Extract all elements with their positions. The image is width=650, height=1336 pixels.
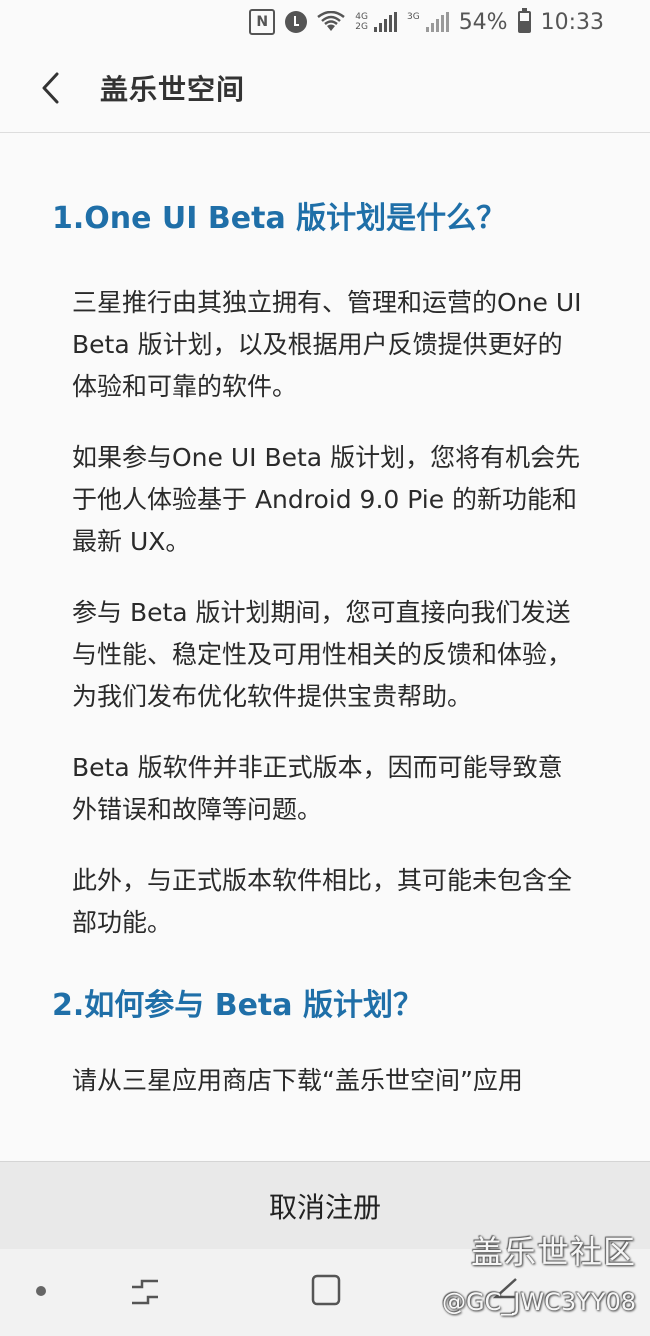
section-heading-2: 2.如何参与 Beta 版计划？: [52, 988, 423, 1023]
content-fade: [0, 1131, 650, 1161]
back-icon[interactable]: [490, 1275, 520, 1309]
navigation-bar: [0, 1249, 650, 1336]
network-type: 4G 2G: [355, 12, 368, 32]
unregister-button[interactable]: 取消注册: [0, 1161, 650, 1250]
paragraph-5: 此外，与正式版本软件相比，其可能未包含全部功能。: [72, 866, 573, 937]
content-area[interactable]: 1.One UI Beta 版计划是什么？ 三星推行由其独立拥有、管理和运营的O…: [0, 133, 650, 1161]
back-button[interactable]: [0, 44, 100, 132]
paragraph-1: 三星推行由其独立拥有、管理和运营的One UI Beta 版计划，以及根据用户反…: [72, 288, 582, 401]
home-icon[interactable]: [310, 1273, 342, 1307]
wifi-icon: [317, 10, 346, 34]
screen: N 4G 2G 3G 54% 10:33 盖乐世空间 1.One UI Beta…: [0, 0, 650, 1336]
network-type-secondary-label: 3G: [406, 12, 420, 22]
network-type-bottom: 2G: [355, 22, 368, 32]
paragraph-6-partial: 请从三星应用商店下载“盖乐世空间”应用: [72, 1066, 523, 1095]
chevron-left-icon: [42, 72, 59, 104]
page-title: 盖乐世空间: [100, 73, 246, 106]
paragraph-4: Beta 版软件并非正式版本，因而可能导致意外错误和故障等问题。: [72, 753, 563, 824]
section-heading-1: 1.One UI Beta 版计划是什么？: [52, 201, 507, 236]
status-bar: N 4G 2G 3G 54% 10:33: [0, 0, 650, 44]
network-type-secondary: 3G: [407, 12, 420, 32]
recent-apps-icon[interactable]: [128, 1275, 162, 1309]
signal-icon: [373, 12, 397, 32]
app-bar: 盖乐世空间: [0, 44, 650, 133]
battery-percent: 54%: [458, 9, 508, 35]
dot-icon[interactable]: [36, 1286, 46, 1296]
paragraph-2: 如果参与One UI Beta 版计划，您将有机会先于他人体验基于 Androi…: [72, 443, 581, 556]
signal-icon-secondary: [425, 12, 449, 32]
network-type-top: 4G: [355, 12, 368, 22]
paragraph-3: 参与 Beta 版计划期间，您可直接向我们发送与性能、稳定性及可用性相关的反馈和…: [72, 598, 573, 711]
nfc-icon: N: [249, 9, 276, 35]
battery-icon: [517, 8, 531, 33]
clock: 10:33: [540, 9, 604, 35]
alarm-icon: [285, 11, 308, 33]
